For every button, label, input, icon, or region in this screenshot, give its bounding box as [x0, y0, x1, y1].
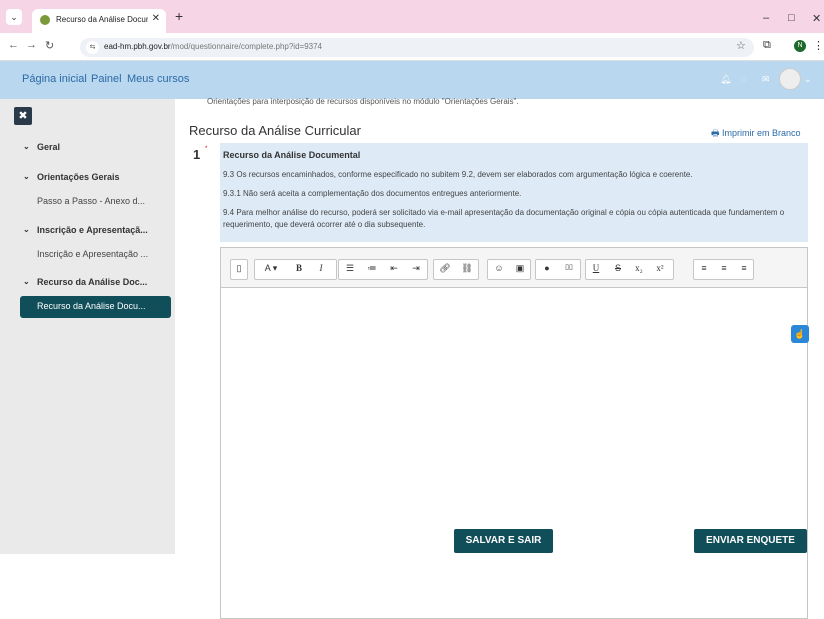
align-left-icon[interactable]: ≡ [696, 263, 712, 273]
site-info-icon[interactable]: ⇆ [86, 41, 99, 54]
sidebar-item-passo-a-passo[interactable]: Passo a Passo - Anexo d... [37, 196, 145, 206]
messages-icon[interactable]: ✉ [762, 74, 770, 85]
question-number: 1 [193, 147, 201, 162]
print-blank-link[interactable]: 🖶 Imprimir em Branco [711, 126, 801, 142]
url-text: ead-hm.pbh.gov.br/mod/questionnaire/comp… [104, 42, 323, 51]
editor-toolbar: ▯ A ▾ B I ☰ ≔ ⇤ ⇥ 🔗︎ ⛓︎ ☺ ▣ ● ▯▯ U S x₂ … [221, 248, 807, 288]
question-box: Recurso da Análise Documental 9.3 Os rec… [220, 143, 808, 242]
notifications-bell-icon[interactable]: 🔔︎ [720, 74, 731, 85]
chevron-down-icon: ⌄ [23, 277, 30, 286]
numbered-list-icon[interactable]: ≔ [364, 263, 380, 274]
browser-tabbar: ⌄ Recurso da Análise Documenta ✕ + – □ ✕ [0, 0, 824, 33]
bold-icon[interactable]: B [291, 263, 307, 273]
question-paragraph: 9.3.1 Não será aceita a complementação d… [223, 189, 522, 198]
profile-avatar[interactable]: N [794, 40, 806, 52]
tab-close-icon[interactable]: ✕ [152, 13, 160, 24]
question-paragraph: 9.3 Os recursos encaminhados, conforme e… [223, 170, 693, 179]
underline-icon[interactable]: U [588, 263, 604, 273]
address-bar[interactable]: ⇆ ead-hm.pbh.gov.br/mod/questionnaire/co… [80, 38, 754, 57]
unlink-icon[interactable]: ⛓︎ [459, 263, 475, 274]
back-icon[interactable]: ← [8, 39, 19, 51]
maximize-icon[interactable]: □ [788, 12, 795, 24]
course-index-drawer: ✖ ⌄ Geral ⌄ Orientações Gerais Passo a P… [0, 99, 175, 554]
extensions-icon[interactable]: ⧉ [763, 39, 771, 52]
paragraph-style-icon[interactable]: A ▾ [257, 263, 285, 274]
align-right-icon[interactable]: ≡ [736, 263, 752, 273]
clipped-instructions: Orientações para interposição de recurso… [207, 97, 519, 106]
emoji-icon[interactable]: ☺ [491, 263, 507, 273]
site-favicon-icon [40, 15, 50, 25]
user-menu-chevron-icon[interactable]: ⌄ [804, 74, 812, 85]
accessibility-widget-icon[interactable]: ☝ [791, 325, 809, 343]
save-and-exit-button[interactable]: SALVAR E SAIR [454, 529, 553, 553]
printer-icon: 🖶 [711, 128, 722, 138]
reload-icon[interactable]: ↻ [45, 39, 54, 52]
browser-tab[interactable]: Recurso da Análise Documenta ✕ [32, 9, 166, 33]
bullet-list-icon[interactable]: ☰ [342, 263, 358, 274]
manage-files-icon[interactable]: ▯▯ [561, 263, 577, 271]
page-title: Recurso da Análise Curricular [189, 123, 361, 138]
submit-survey-button[interactable]: ENVIAR ENQUETE [694, 529, 807, 553]
question-paragraph: 9.4 Para melhor análise do recurso, pode… [223, 208, 785, 229]
strikethrough-icon[interactable]: S [610, 263, 626, 273]
chat-icon[interactable]: ◌ [741, 74, 746, 84]
sidebar-item-inscricao[interactable]: Inscrição e Apresentação ... [37, 249, 148, 259]
link-icon[interactable]: 🔗︎ [437, 263, 453, 274]
chevron-down-icon: ⌄ [23, 172, 30, 181]
main-content: Orientações para interposição de recurso… [175, 97, 824, 619]
show-more-icon[interactable]: ▯ [231, 263, 247, 274]
italic-icon[interactable]: I [313, 263, 329, 273]
outdent-icon[interactable]: ⇤ [386, 263, 402, 274]
window-close-icon[interactable]: ✕ [812, 12, 821, 25]
forward-icon[interactable]: → [26, 39, 37, 51]
bookmark-star-icon[interactable]: ☆ [736, 39, 746, 52]
align-center-icon[interactable]: ≡ [716, 263, 732, 273]
nav-dashboard-link[interactable]: Painel [91, 73, 122, 85]
nav-my-courses-link[interactable]: Meus cursos [127, 73, 189, 85]
subscript-icon[interactable]: x₂ [631, 263, 647, 273]
browser-menu-icon[interactable]: ⋮ [813, 39, 824, 52]
rich-text-editor[interactable]: ▯ A ▾ B I ☰ ≔ ⇤ ⇥ 🔗︎ ⛓︎ ☺ ▣ ● ▯▯ U S x₂ … [220, 247, 808, 619]
tab-title: Recurso da Análise Documenta [56, 15, 148, 24]
media-icon[interactable]: ● [539, 263, 555, 273]
image-icon[interactable]: ▣ [512, 263, 528, 274]
site-navbar: Página inicial Painel Meus cursos 🔔︎ ◌ ✉… [0, 61, 824, 99]
minimize-icon[interactable]: – [763, 12, 769, 24]
close-drawer-icon[interactable]: ✖ [14, 107, 32, 125]
browser-toolbar: ← → ↻ ⇆ ead-hm.pbh.gov.br/mod/questionna… [0, 33, 824, 61]
chevron-down-icon: ⌄ [23, 225, 30, 234]
sidebar-item-recurso-active[interactable]: Recurso da Análise Docu... [20, 296, 171, 318]
required-icon: * [205, 146, 208, 152]
indent-icon[interactable]: ⇥ [408, 263, 424, 274]
question-title: Recurso da Análise Documental [223, 150, 361, 160]
tab-search-icon[interactable]: ⌄ [6, 9, 22, 25]
nav-home-link[interactable]: Página inicial [22, 73, 87, 85]
new-tab-icon[interactable]: + [175, 8, 183, 24]
user-avatar[interactable] [779, 68, 801, 90]
chevron-down-icon: ⌄ [23, 142, 30, 151]
superscript-icon[interactable]: x² [652, 263, 668, 273]
